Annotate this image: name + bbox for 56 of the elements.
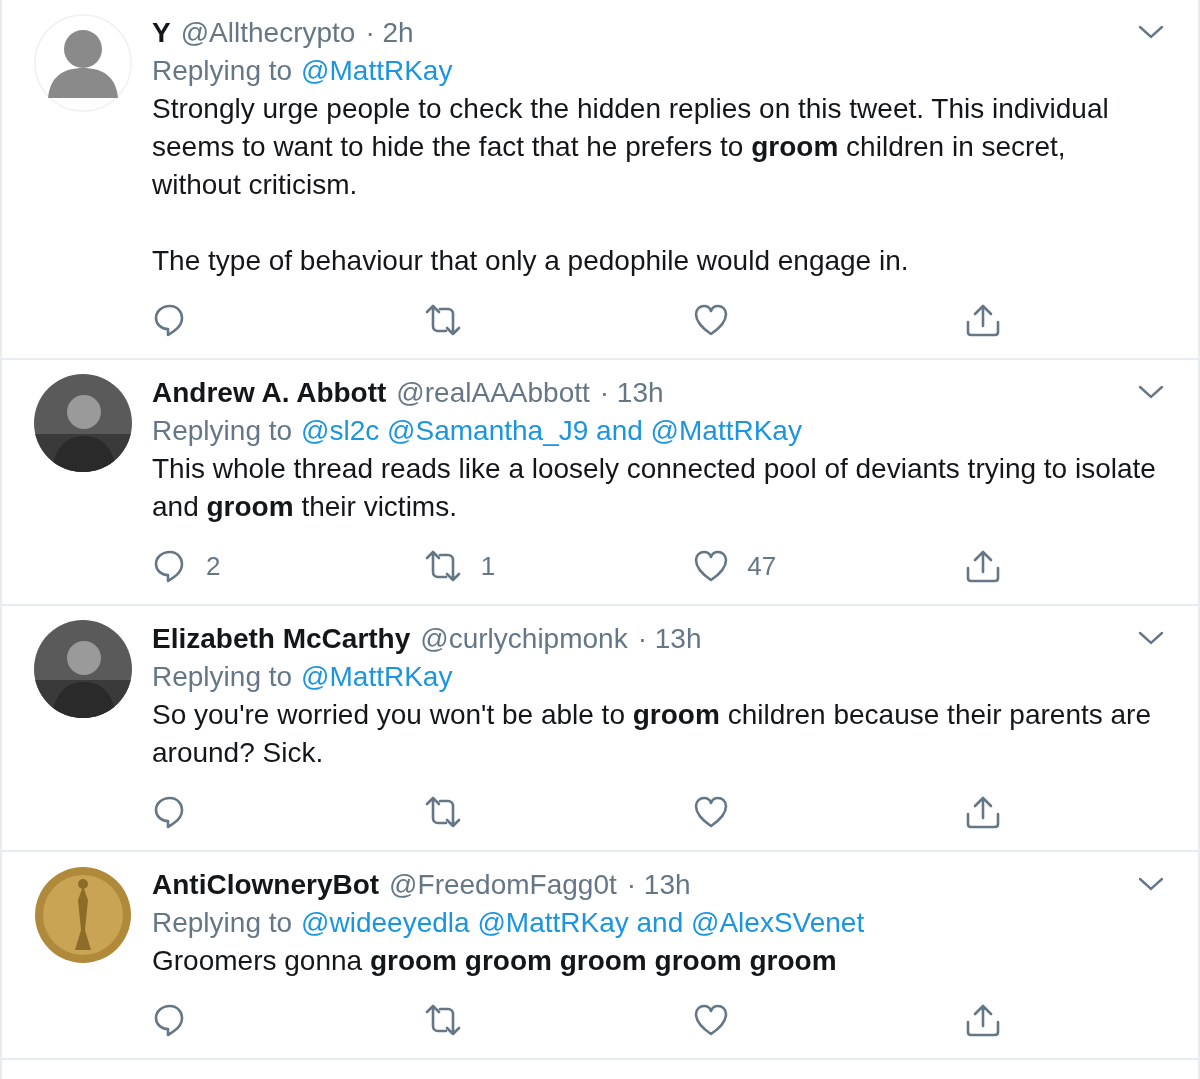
heart-icon [693,548,730,584]
tweet-text: So you're worried you won't be able to groom children because their parents are around? Sick. [152,698,1152,770]
tweet-card[interactable]: Elizabeth McCarthy @curlychipmonk · 13h Replying to @MattRKay So you're worried you won't be able to groom children because their parents are around? Sick. [2,606,1198,852]
tweet-card[interactable]: Andrew A. Abbott @realAAAbbott · 13h Replying to @sl2c @Samantha_J9 and @MattRKay This whole thread reads like a loosely connected pool of deviants trying to isolate and groom their victims. 2 1 47 [2,360,1198,606]
chevron-down-icon [1138,876,1164,892]
tweet-text: The type of behaviour that only a pedophile would engage in. [152,244,910,278]
tweet-text: This whole thread reads like a loosely connected pool of deviants trying to isolate and groom their victims. [152,452,1157,524]
heart-icon [693,302,730,338]
user-handle[interactable]: @curlychipmonk [420,620,628,658]
tweet-text: Groomers gonna groom groom groom groom groom [152,944,838,978]
like-button[interactable] [693,302,730,338]
more-options-button[interactable] [1138,24,1164,40]
share-button[interactable] [964,1002,1002,1038]
share-button[interactable] [964,794,1002,830]
mention-link[interactable]: @sl2c @Samantha_J9 and @MattRKay [301,412,802,450]
replying-label: Replying to [152,414,293,448]
mention-link[interactable]: @MattRKay [301,658,453,696]
heart-icon [693,1002,730,1038]
timestamp[interactable]: · 13h [599,374,664,412]
share-icon [964,1002,1002,1038]
timestamp[interactable]: · 13h [637,620,702,658]
more-options-button[interactable] [1138,876,1164,892]
tweet-text: Strongly urge people to check the hidden replies on this tweet. This individual seems to want to hide the fact that he prefers to groom children in secret, without criticism. [152,92,1110,202]
like-button[interactable] [693,794,730,830]
timestamp[interactable]: · 13h [626,866,691,904]
replying-label: Replying to [152,54,293,88]
heart-icon [693,794,730,830]
share-icon [964,548,1002,584]
mention-link[interactable]: @wideeyedla @MattRKay and @AlexSVenet [301,904,865,942]
share-button[interactable] [964,302,1002,338]
like-button[interactable] [693,548,730,584]
reply-count: 2 [206,550,221,582]
like-button[interactable] [693,1002,730,1038]
default-avatar-icon [34,14,132,112]
mention-link[interactable]: @MattRKay [301,52,453,90]
user-handle[interactable]: @Allthecrypto [180,14,356,52]
share-button[interactable] [964,548,1002,584]
display-name[interactable]: Andrew A. Abbott [152,374,387,412]
more-options-button[interactable] [1138,384,1164,400]
like-count: 47 [747,550,777,582]
user-handle[interactable]: @FreedomFagg0t [389,866,617,904]
chevron-down-icon [1138,630,1164,646]
retweet-count: 1 [480,550,496,582]
more-options-button[interactable] [1138,630,1164,646]
replying-label: Replying to [152,660,293,694]
chevron-down-icon [1138,384,1164,400]
timestamp[interactable]: · 2h [365,14,414,52]
user-handle[interactable]: @realAAAbbott [396,374,590,412]
display-name[interactable]: Elizabeth McCarthy [152,620,411,658]
replying-label: Replying to [152,906,293,940]
tweet-card[interactable]: AntiClowneryBot @FreedomFagg0t · 13h Replying to @wideeyedla @MattRKay and @AlexSVenet Groomers gonna groom groom groom groom groom [2,852,1198,1060]
display-name[interactable]: Y [152,14,171,52]
share-icon [964,794,1002,830]
chevron-down-icon [1138,24,1164,40]
display-name[interactable]: AntiClowneryBot [152,866,380,904]
share-icon [964,302,1002,338]
